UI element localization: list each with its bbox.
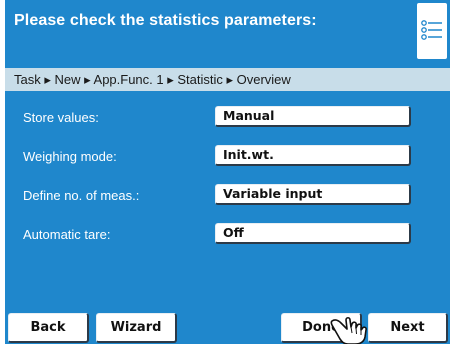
softkey-bar: Back Wizard Done Next [5, 309, 450, 344]
list-icon[interactable] [417, 3, 447, 59]
breadcrumb: Task ▸ New ▸ App.Func. 1 ▸ Statistic ▸ O… [5, 68, 450, 91]
store-values-button[interactable]: Manual [215, 106, 411, 127]
automatic-tare-button[interactable]: Off [215, 223, 411, 244]
store-values-label: Store values: [23, 110, 99, 125]
back-button[interactable]: Back [8, 313, 89, 343]
settings-panel: Store values: Manual Weighing mode: Init… [5, 92, 450, 302]
weighing-mode-label: Weighing mode: [23, 149, 117, 164]
next-button[interactable]: Next [368, 313, 448, 343]
define-no-of-meas-label: Define no. of meas.: [23, 188, 140, 203]
header: Please check the statistics parameters: [5, 0, 450, 63]
screen: Please check the statistics parameters: … [5, 0, 450, 344]
page-title: Please check the statistics parameters: [14, 12, 317, 29]
define-no-of-meas-button[interactable]: Variable input [215, 184, 411, 205]
automatic-tare-label: Automatic tare: [23, 227, 111, 242]
done-button[interactable]: Done [281, 313, 362, 343]
weighing-mode-button[interactable]: Init.wt. [215, 145, 411, 166]
wizard-button[interactable]: Wizard [96, 313, 177, 343]
